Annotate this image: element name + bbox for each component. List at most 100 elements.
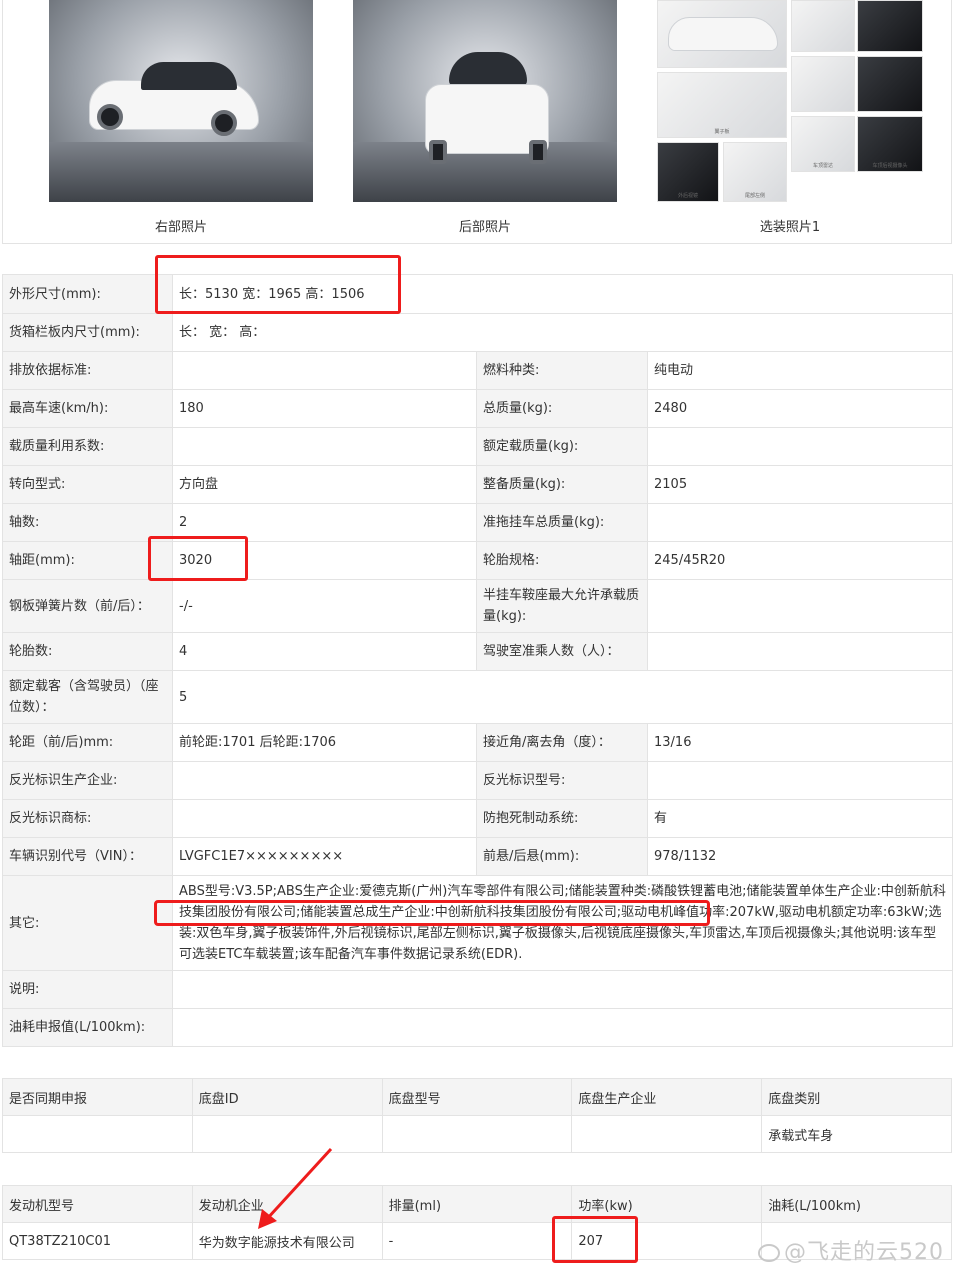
spec-value: 13/16	[646, 723, 954, 762]
table-row: 额定载客（含驾驶员）（座位数）： 5	[2, 670, 954, 724]
table-row: 转向型式: 方向盘 整备质量(kg): 2105	[2, 465, 954, 504]
table-cell	[571, 1115, 763, 1153]
photo-caption: 选装照片1	[759, 220, 821, 235]
spec-label: 说明:	[2, 970, 173, 1009]
column-header: 底盘型号	[381, 1078, 573, 1116]
table-row: 轮胎数: 4 驾驶室准乘人数（人）：	[2, 632, 954, 671]
spec-value: 2105	[646, 465, 954, 504]
column-header: 发动机企业	[191, 1185, 383, 1223]
spec-value: 978/1132	[646, 837, 954, 876]
spec-label: 接近角/离去角（度）：	[476, 723, 648, 762]
spec-label: 最高车速(km/h):	[2, 389, 173, 428]
spec-label: 额定载质量(kg):	[476, 427, 648, 466]
rear-car-image[interactable]	[353, 0, 617, 202]
spec-label: 转向型式:	[2, 465, 173, 504]
column-header: 底盘生产企业	[571, 1078, 763, 1116]
table-row: 承载式车身	[2, 1115, 952, 1153]
spec-value: -/-	[172, 579, 477, 633]
spec-label: 钢板弹簧片数（前/后）：	[2, 579, 173, 633]
displacement-cell: -	[381, 1222, 573, 1260]
table-row: 说明:	[2, 970, 954, 1009]
spec-label: 载质量利用系数:	[2, 427, 173, 466]
photo-caption: 右部照片	[154, 220, 207, 235]
spec-value-other: ABS型号:V3.5P;ABS生产企业:爱德克斯(广州)汽车零部件有限公司;储能…	[171, 875, 954, 971]
table-cell	[2, 1115, 193, 1153]
spec-label: 反光标识生产企业:	[2, 761, 173, 800]
table-row: 最高车速(km/h): 180 总质量(kg): 2480	[2, 389, 954, 428]
table-row: 轮距（前/后)mm: 前轮距:1701 后轮距:1706 接近角/离去角（度）：…	[2, 723, 954, 762]
table-row: 外形尺寸(mm): 长：5130 宽：1965 高：1506	[2, 274, 954, 314]
column-header: 底盘类别	[761, 1078, 952, 1116]
table-row: 钢板弹簧片数（前/后）： -/- 半挂车鞍座最大允许承载质量(kg):	[2, 579, 954, 633]
spec-value: 2	[172, 503, 477, 542]
column-header: 是否同期申报	[2, 1078, 193, 1116]
table-row: 其它: ABS型号:V3.5P;ABS生产企业:爱德克斯(广州)汽车零部件有限公…	[2, 875, 954, 971]
engine-model-cell: QT38TZ210C01	[2, 1222, 193, 1260]
spec-label: 轴数:	[2, 503, 173, 542]
spec-label: 排放依据标准:	[2, 351, 173, 390]
table-row: 反光标识商标: 防抱死制动系统: 有	[2, 799, 954, 838]
spec-value	[646, 579, 954, 633]
photo-optional-1[interactable]: 翼子板 车顶雷达 车顶后视摄像头 外后视镜 尾部左侧 选装照片1	[657, 0, 923, 240]
column-header: 发动机型号	[2, 1185, 193, 1223]
chassis-table: 是否同期申报 底盘ID 底盘型号 底盘生产企业 底盘类别 承载式车身	[2, 1078, 952, 1153]
photo-caption: 后部照片	[458, 220, 511, 235]
spec-label: 轴距(mm):	[2, 541, 173, 580]
spec-value	[172, 427, 477, 466]
spec-label: 前悬/后悬(mm):	[476, 837, 648, 876]
spec-value: 4	[172, 632, 477, 671]
table-row: 载质量利用系数: 额定载质量(kg):	[2, 427, 954, 466]
optional-collage-image[interactable]: 翼子板 车顶雷达 车顶后视摄像头 外后视镜 尾部左侧	[657, 0, 923, 206]
spec-value	[172, 799, 477, 838]
spec-label: 外形尺寸(mm):	[2, 274, 173, 314]
spec-value: 方向盘	[172, 465, 477, 504]
watermark: @飞走的云520	[758, 1234, 944, 1266]
table-header-row: 是否同期申报 底盘ID 底盘型号 底盘生产企业 底盘类别	[2, 1078, 952, 1116]
spec-label: 防抱死制动系统:	[476, 799, 648, 838]
spec-label: 轮距（前/后)mm:	[2, 723, 173, 762]
spec-label: 反光标识型号:	[476, 761, 648, 800]
column-header: 油耗(L/100km)	[761, 1185, 952, 1223]
column-header: 底盘ID	[191, 1078, 383, 1116]
spec-label: 整备质量(kg):	[476, 465, 648, 504]
engine-maker-cell: 华为数字能源技术有限公司	[191, 1222, 383, 1260]
spec-label: 半挂车鞍座最大允许承载质量(kg):	[476, 579, 648, 633]
spec-value: 长： 宽： 高：	[171, 313, 954, 352]
spec-label: 货箱栏板内尺寸(mm):	[2, 313, 173, 352]
table-cell: 承载式车身	[761, 1115, 952, 1153]
photo-right[interactable]: 右部照片	[49, 0, 313, 240]
table-cell	[381, 1115, 573, 1153]
table-row: 货箱栏板内尺寸(mm): 长： 宽： 高：	[2, 313, 954, 352]
spec-value	[646, 427, 954, 466]
spec-value	[171, 1008, 954, 1047]
table-row: 排放依据标准: 燃料种类: 纯电动	[2, 351, 954, 390]
spec-value: 5	[171, 670, 954, 724]
spec-label: 油耗申报值(L/100km):	[2, 1008, 173, 1047]
spec-label: 总质量(kg):	[476, 389, 648, 428]
spec-value: 前轮距:1701 后轮距:1706	[172, 723, 477, 762]
spec-value	[172, 761, 477, 800]
spec-value	[172, 351, 477, 390]
spec-value: 纯电动	[646, 351, 954, 390]
spec-label: 准拖挂车总质量(kg):	[476, 503, 648, 542]
spec-value	[646, 761, 954, 800]
weibo-logo-icon	[758, 1244, 780, 1262]
spec-value-vin: LVGFC1E7×××××××××	[172, 837, 477, 876]
spec-label: 额定载客（含驾驶员）（座位数）：	[2, 670, 173, 724]
right-side-car-image[interactable]	[49, 0, 313, 202]
power-cell: 207	[571, 1222, 763, 1260]
spec-value	[171, 970, 954, 1009]
spec-value	[646, 503, 954, 542]
spec-label: 其它:	[2, 875, 173, 971]
spec-label: 轮胎规格:	[476, 541, 648, 580]
column-header: 排量(ml)	[381, 1185, 573, 1223]
column-header: 功率(kw)	[571, 1185, 763, 1223]
spec-value: 2480	[646, 389, 954, 428]
spec-label: 轮胎数:	[2, 632, 173, 671]
spec-value-dimensions: 长：5130 宽：1965 高：1506	[171, 274, 954, 314]
photo-rear[interactable]: 后部照片	[353, 0, 617, 240]
table-row: 轴数: 2 准拖挂车总质量(kg):	[2, 503, 954, 542]
watermark-text: @飞走的云520	[784, 1240, 944, 1265]
table-row: 车辆识别代号（VIN）： LVGFC1E7××××××××× 前悬/后悬(mm)…	[2, 837, 954, 876]
spec-label: 反光标识商标:	[2, 799, 173, 838]
